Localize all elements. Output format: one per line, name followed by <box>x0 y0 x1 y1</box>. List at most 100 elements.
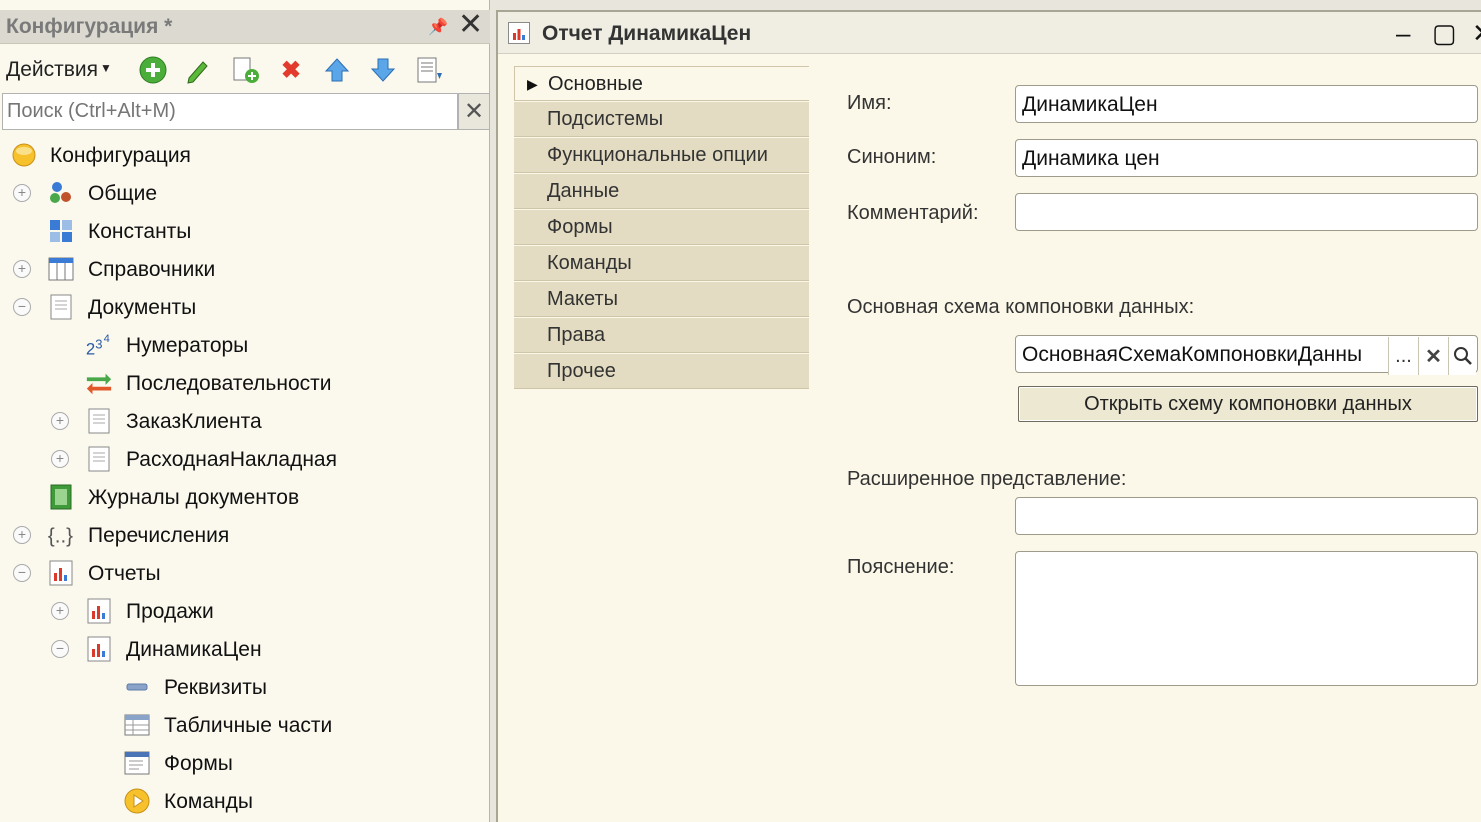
window-title: Отчет ДинамикаЦен <box>542 22 752 45</box>
tab-item[interactable]: Макеты <box>514 282 809 317</box>
forms-icon <box>123 749 151 777</box>
move-up-icon[interactable] <box>321 54 353 86</box>
expand-icon[interactable]: + <box>13 184 31 202</box>
extended-repr-label: Расширенное представление: <box>847 468 1127 490</box>
tree-item[interactable]: + РасходнаяНакладная <box>0 440 490 478</box>
clear-icon[interactable]: ✕ <box>1418 337 1448 375</box>
tab-item[interactable]: Формы <box>514 210 809 245</box>
copy-icon[interactable] <box>229 54 261 86</box>
tab-label: Команды <box>547 252 632 274</box>
schema-value: ОсновнаяСхемаКомпоновкиДанны <box>1022 343 1363 366</box>
minimize-icon[interactable]: – <box>1396 18 1410 49</box>
explanation-field[interactable] <box>1015 551 1478 686</box>
attributes-icon <box>123 673 151 701</box>
tree-item[interactable]: Журналы документов <box>0 478 490 516</box>
select-button[interactable]: ... <box>1388 337 1418 375</box>
report-icon <box>85 597 113 625</box>
tab-label: Прочее <box>547 360 616 382</box>
tree-item[interactable]: Табличные части <box>0 706 490 744</box>
tree-item[interactable]: Реквизиты <box>0 668 490 706</box>
svg-text:2: 2 <box>86 339 95 358</box>
actions-label: Действия <box>6 58 99 81</box>
tab-item[interactable]: Данные <box>514 174 809 209</box>
tab-item[interactable]: Команды <box>514 246 809 281</box>
actions-menu[interactable]: Действия ▼ <box>6 58 112 82</box>
expand-icon[interactable]: + <box>13 260 31 278</box>
tree-item[interactable]: 2 3 4 Нумераторы <box>0 326 490 364</box>
tree-item[interactable]: Формы <box>0 744 490 782</box>
tab-item[interactable]: Функциональные опции <box>514 138 809 173</box>
expand-icon[interactable]: + <box>13 526 31 544</box>
tree-item-label: Реквизиты <box>164 676 267 699</box>
tab-item[interactable]: Права <box>514 318 809 353</box>
chevron-down-icon: ▼ <box>100 61 112 75</box>
schema-label: Основная схема компоновки данных: <box>847 296 1195 318</box>
tree-item[interactable]: + {..} Перечисления <box>0 516 490 554</box>
tabular-sections-icon <box>123 711 151 739</box>
tree-item[interactable]: Конфигурация <box>0 136 490 174</box>
collapse-icon[interactable]: − <box>13 298 31 316</box>
tree-item-label: Справочники <box>88 258 216 281</box>
tree-item[interactable]: + Справочники <box>0 250 490 288</box>
move-down-icon[interactable] <box>367 54 399 86</box>
tree-item[interactable]: + ЗаказКлиента <box>0 402 490 440</box>
tree-item[interactable]: Последовательности <box>0 364 490 402</box>
tree-item-label: Табличные части <box>164 714 333 737</box>
document-icon <box>85 445 113 473</box>
tree-item-label: Константы <box>88 220 192 243</box>
common-icon <box>47 179 75 207</box>
tree-item-label: Конфигурация <box>50 144 191 167</box>
commands-icon <box>123 787 151 815</box>
expand-icon[interactable]: + <box>51 412 69 430</box>
tab-label: Данные <box>547 180 620 202</box>
tree-item[interactable]: + Общие <box>0 174 490 212</box>
close-icon[interactable]: ✕ <box>458 10 483 40</box>
active-tab-arrow-icon: ▶ <box>527 76 538 92</box>
tree-item-label: Перечисления <box>88 524 230 547</box>
tree-item[interactable]: + Продажи <box>0 592 490 630</box>
search-box <box>2 93 458 130</box>
tree-item[interactable]: Константы <box>0 212 490 250</box>
close-window-icon[interactable]: ✕ <box>1472 18 1481 49</box>
tree-item-label: Формы <box>164 752 233 775</box>
collapse-icon[interactable]: − <box>51 640 69 658</box>
tree-item[interactable]: − Отчеты <box>0 554 490 592</box>
tab-item[interactable]: ▶ Основные <box>514 66 809 101</box>
delete-icon[interactable]: ✖ <box>275 54 307 86</box>
reports-icon <box>47 559 75 587</box>
pin-icon[interactable]: 📌 <box>428 17 448 37</box>
configuration-icon <box>10 141 38 169</box>
search-icon[interactable] <box>1448 337 1476 375</box>
comment-field[interactable] <box>1015 193 1478 231</box>
tree-item-label: Нумераторы <box>126 334 249 357</box>
extended-repr-field[interactable] <box>1015 497 1478 535</box>
add-icon[interactable] <box>137 54 169 86</box>
sequences-icon <box>85 369 113 397</box>
tab-item[interactable]: Прочее <box>514 354 809 389</box>
tree-item-label: РасходнаяНакладная <box>126 448 337 471</box>
search-input[interactable] <box>3 94 457 129</box>
expand-icon[interactable]: + <box>51 602 69 620</box>
synonym-value: Динамика цен <box>1022 147 1160 170</box>
sort-icon[interactable] <box>413 54 445 86</box>
numerators-icon: 234 <box>85 331 113 359</box>
collapse-icon[interactable]: − <box>13 564 31 582</box>
tree-item[interactable]: Команды <box>0 782 490 820</box>
maximize-icon[interactable]: ▢ <box>1432 18 1457 49</box>
clear-search-icon[interactable]: ✕ <box>458 93 490 130</box>
expand-icon[interactable]: + <box>51 450 69 468</box>
tree-item-label: Общие <box>88 182 158 205</box>
configuration-panel: Конфигурация * 📌 ✕ Действия▼ ✖ ✕ Конфигу… <box>0 0 490 822</box>
tab-label: Формы <box>547 216 613 238</box>
name-label: Имя: <box>847 92 892 114</box>
synonym-field[interactable]: Динамика цен <box>1015 139 1478 177</box>
synonym-label: Синоним: <box>847 146 937 168</box>
tree-item[interactable]: − Документы <box>0 288 490 326</box>
edit-icon[interactable] <box>183 54 215 86</box>
tab-item[interactable]: Подсистемы <box>514 102 809 137</box>
open-schema-button[interactable]: Открыть схему компоновки данных <box>1018 386 1478 422</box>
report-icon <box>85 635 113 663</box>
tree-item[interactable]: − ДинамикаЦен <box>0 630 490 668</box>
name-field[interactable]: ДинамикаЦен <box>1015 85 1478 123</box>
tab-label: Макеты <box>547 288 618 310</box>
